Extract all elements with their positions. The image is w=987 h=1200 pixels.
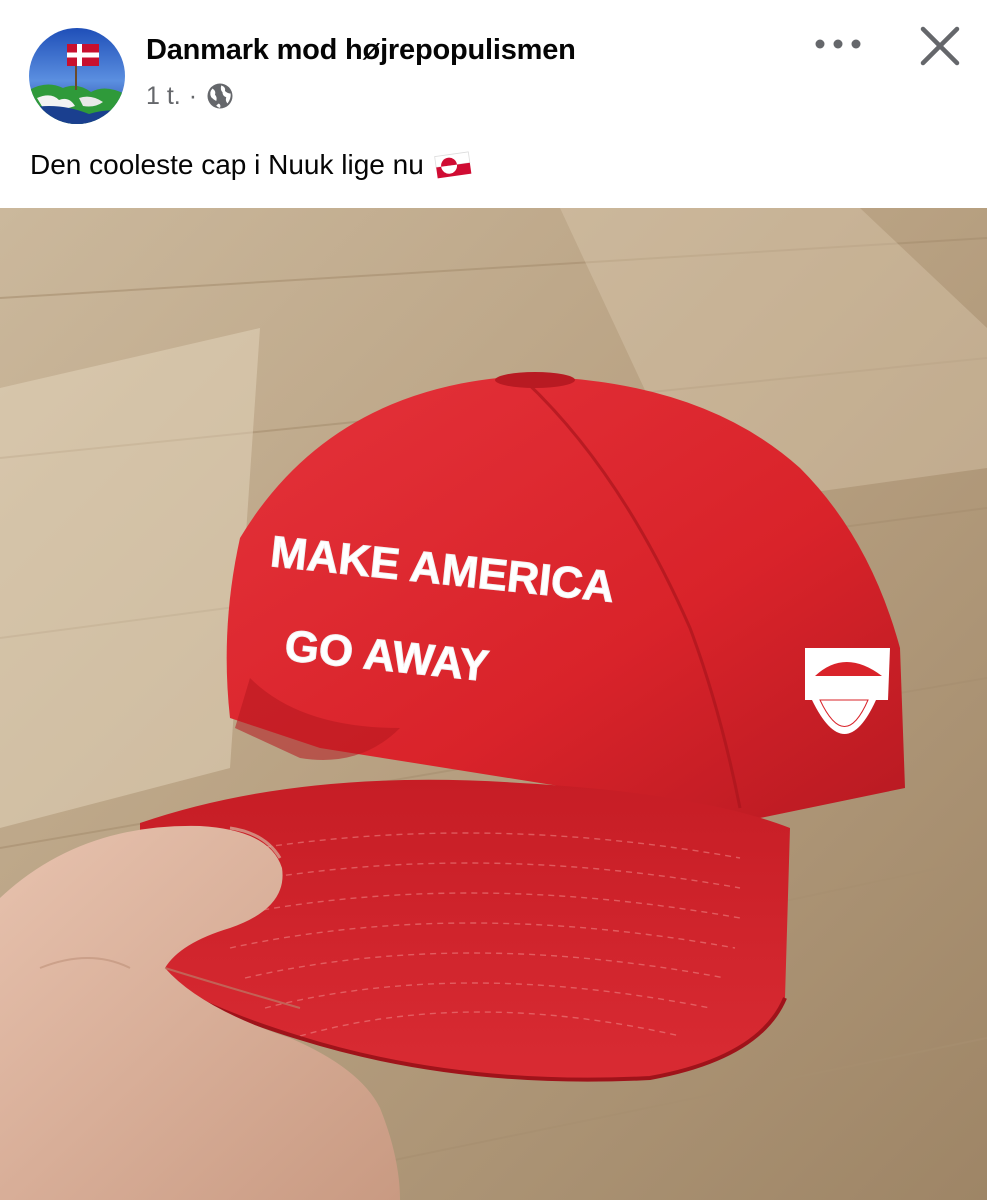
more-options-button[interactable] — [808, 28, 868, 64]
more-horizontal-icon — [814, 37, 862, 55]
close-button[interactable] — [912, 20, 968, 76]
post-timestamp[interactable]: 1 t. — [146, 82, 181, 111]
post-photo[interactable]: MAKE AMERICA GO AWAY — [0, 208, 987, 1200]
page-name[interactable]: Danmark mod højrepopulismen — [146, 34, 576, 67]
greenland-flag-emoji — [433, 150, 474, 180]
meta-separator: · — [188, 81, 198, 110]
post-meta: 1 t. · — [146, 80, 235, 112]
post-text: Den cooleste cap i Nuuk lige nu — [30, 149, 424, 180]
globe-icon — [205, 81, 235, 111]
post-header: Danmark mod højrepopulismen 1 t. · — [0, 0, 987, 135]
avatar[interactable] — [29, 28, 125, 124]
avatar-image — [29, 28, 125, 124]
close-icon — [920, 26, 960, 71]
post-text-row: Den cooleste cap i Nuuk lige nu — [30, 149, 474, 181]
